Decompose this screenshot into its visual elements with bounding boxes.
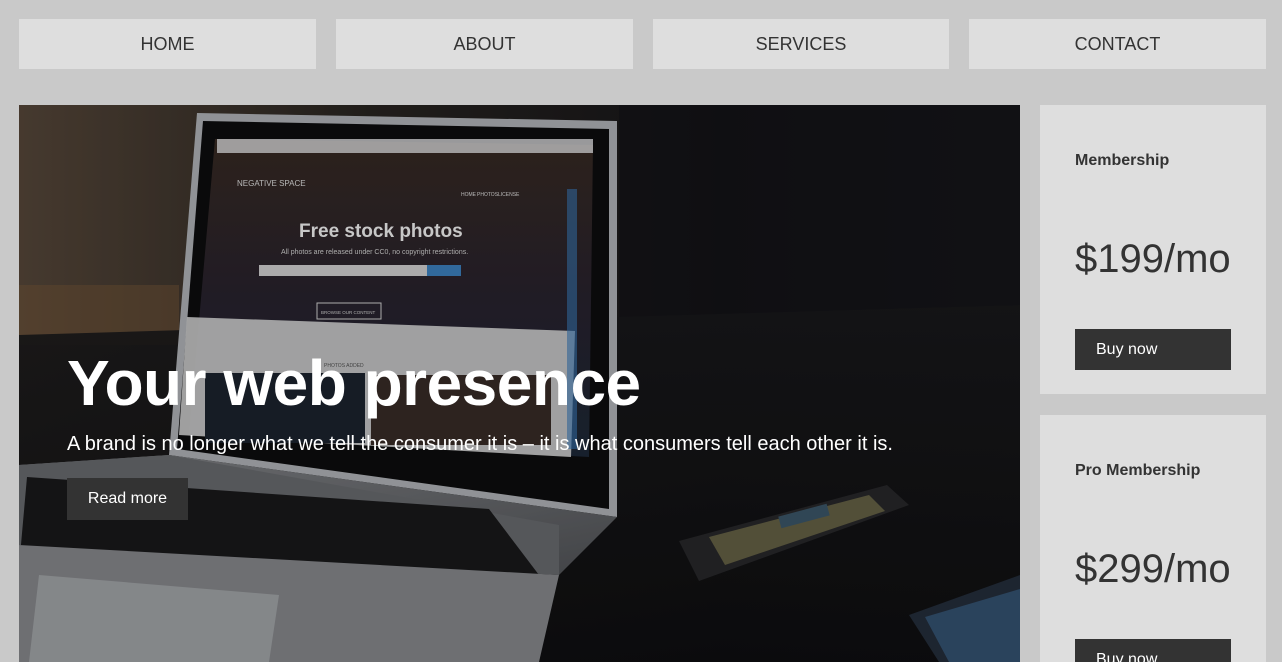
nav-home-link[interactable]: HOME <box>19 19 316 69</box>
hero-tagline: A brand is no longer what we tell the co… <box>67 433 893 455</box>
nav-services-link[interactable]: SERVICES <box>653 19 949 69</box>
plan-price: $299/mo <box>1075 547 1231 591</box>
nav-about-link[interactable]: ABOUT <box>336 19 633 69</box>
pro-membership-card: Pro Membership $299/mo Buy now <box>1040 415 1266 662</box>
buy-now-button[interactable]: Buy now <box>1075 329 1231 370</box>
plan-name: Pro Membership <box>1075 462 1201 479</box>
hero-banner: NEGATIVE SPACE HOME PHOTOS LICENSE Free … <box>19 105 1020 662</box>
pro-buy-now-button[interactable]: Buy now <box>1075 639 1231 662</box>
plan-price: $199/mo <box>1075 237 1231 281</box>
nav-contact-link[interactable]: CONTACT <box>969 19 1266 69</box>
hero-title: Your web presence <box>67 347 641 419</box>
membership-card: Membership $199/mo Buy now <box>1040 105 1266 394</box>
read-more-button[interactable]: Read more <box>67 478 188 520</box>
plan-name: Membership <box>1075 152 1170 169</box>
